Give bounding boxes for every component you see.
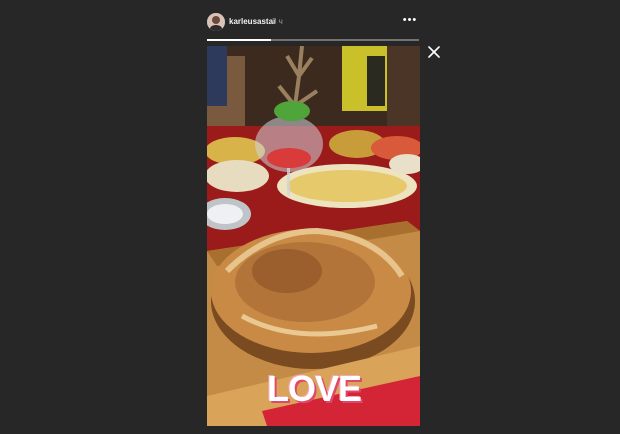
close-icon[interactable] [426, 45, 442, 61]
more-options-icon[interactable]: ••• [402, 14, 418, 30]
username[interactable]: karleusastar [229, 17, 276, 26]
story-progress-bar [207, 39, 419, 41]
close-icon-glyph [428, 46, 440, 58]
avatar[interactable] [207, 13, 225, 31]
story-header: karleusastar 3 ч ••• [206, 12, 420, 34]
avatar-image [207, 13, 225, 31]
love-sticker-text: LOVE [267, 368, 362, 409]
time-ago: 3 ч [272, 17, 283, 26]
love-sticker: LOVE [263, 368, 373, 412]
story-progress-fill [207, 39, 271, 41]
